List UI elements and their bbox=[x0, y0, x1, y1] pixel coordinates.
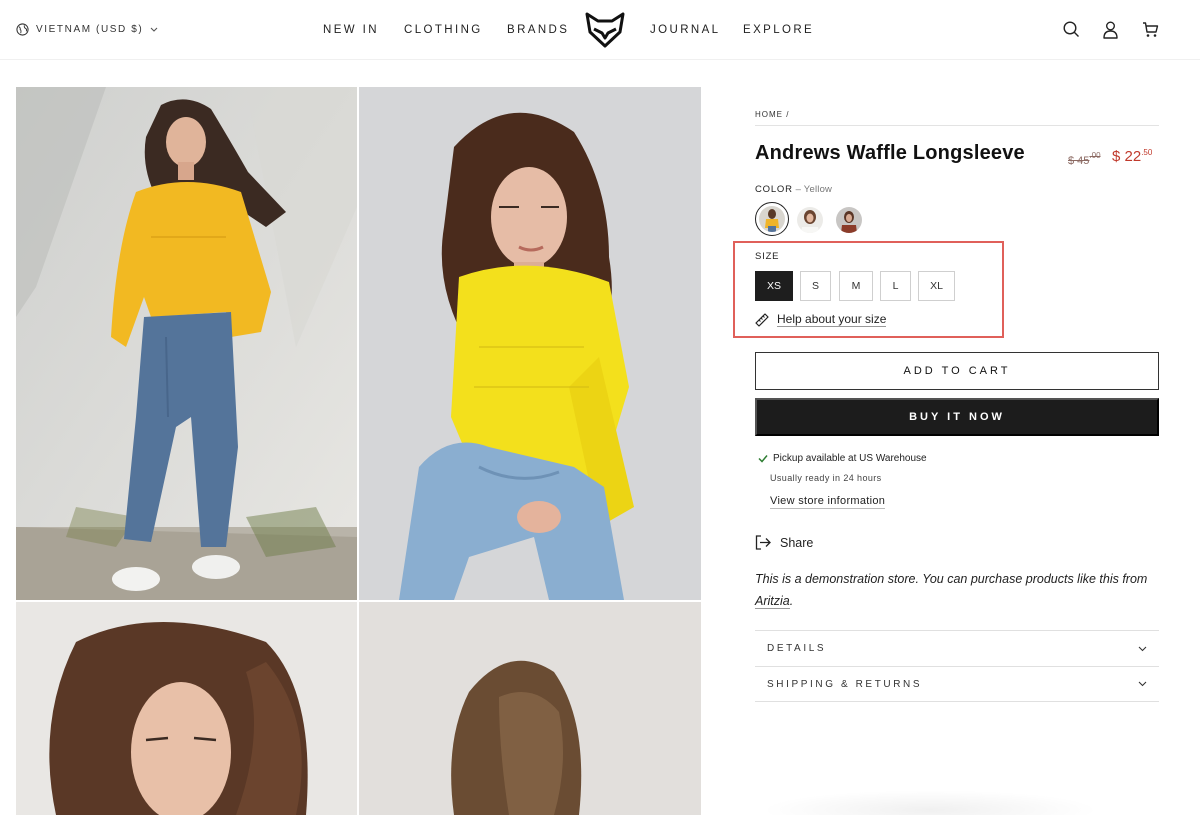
fox-logo-icon bbox=[585, 12, 625, 48]
checkmark-icon bbox=[758, 455, 768, 463]
size-option-s[interactable]: S bbox=[800, 271, 831, 301]
size-option-xl[interactable]: XL bbox=[918, 271, 955, 301]
ruler-icon bbox=[755, 312, 769, 327]
sale-price-cents: .50 bbox=[1141, 148, 1153, 157]
demo-notice-end: . bbox=[789, 594, 794, 608]
locale-selector[interactable]: VIETNAM (USD $) bbox=[16, 23, 158, 36]
account-button[interactable] bbox=[1103, 21, 1118, 44]
product-photo-4[interactable] bbox=[359, 602, 701, 815]
product-photo-1[interactable] bbox=[16, 87, 357, 600]
cart-icon bbox=[1143, 22, 1159, 37]
nav-explore[interactable]: EXPLORE bbox=[743, 24, 814, 36]
brand-logo[interactable] bbox=[585, 12, 625, 53]
globe-icon bbox=[16, 23, 29, 36]
size-option-l[interactable]: L bbox=[880, 271, 911, 301]
view-store-information-link[interactable]: View store information bbox=[770, 495, 886, 509]
nav-journal[interactable]: JOURNAL bbox=[650, 24, 720, 36]
user-icon bbox=[1103, 21, 1118, 39]
nav-clothing[interactable]: CLOTHING bbox=[404, 24, 483, 36]
share-button[interactable]: Share bbox=[755, 535, 813, 550]
aritzia-link[interactable]: Aritzia bbox=[755, 594, 790, 609]
accordion-shipping-label: SHIPPING & RETURNS bbox=[767, 678, 923, 690]
size-guide-link[interactable]: Help about your size bbox=[755, 312, 887, 327]
color-separator: – bbox=[792, 184, 804, 195]
nav-new-in[interactable]: NEW IN bbox=[323, 24, 379, 36]
color-value: Yellow bbox=[803, 184, 833, 195]
breadcrumb-divider bbox=[755, 125, 1159, 126]
search-button[interactable] bbox=[1063, 21, 1080, 43]
product-photo-2[interactable] bbox=[359, 87, 701, 600]
sale-price: $ 22.50 bbox=[1112, 148, 1152, 165]
demo-store-notice: This is a demonstration store. You can p… bbox=[755, 568, 1161, 612]
original-price-main: $ 45 bbox=[1068, 155, 1090, 167]
share-label: Share bbox=[780, 535, 814, 550]
pickup-availability: Pickup available at US Warehouse bbox=[758, 453, 927, 464]
color-swatch-yellow[interactable] bbox=[755, 202, 789, 236]
accordion-shipping-returns[interactable]: SHIPPING & RETURNS bbox=[755, 666, 1159, 702]
product-photo-3[interactable] bbox=[16, 602, 357, 815]
bottom-shadow bbox=[760, 790, 1100, 815]
sale-price-main: $ 22 bbox=[1112, 148, 1142, 165]
original-price: $ 45.00 bbox=[1068, 151, 1101, 167]
site-header: VIETNAM (USD $) NEW IN CLOTHING BRANDS J… bbox=[0, 0, 1200, 60]
accordion-details[interactable]: DETAILS bbox=[755, 630, 1159, 666]
original-price-cents: .00 bbox=[1089, 151, 1101, 160]
cart-button[interactable] bbox=[1142, 21, 1159, 43]
demo-notice-text: This is a demonstration store. You can p… bbox=[755, 572, 1148, 586]
pickup-status: Pickup available at US Warehouse bbox=[773, 453, 927, 464]
accordion-details-label: DETAILS bbox=[767, 643, 827, 654]
size-option-m[interactable]: M bbox=[839, 271, 873, 301]
color-swatch-white[interactable] bbox=[797, 207, 823, 233]
color-label: COLOR – Yellow bbox=[755, 184, 832, 195]
share-icon bbox=[755, 535, 771, 550]
nav-brands[interactable]: BRANDS bbox=[507, 24, 569, 36]
chevron-down-icon bbox=[150, 27, 158, 32]
locale-label: VIETNAM (USD $) bbox=[36, 24, 144, 35]
add-to-cart-button[interactable]: ADD TO CART bbox=[755, 352, 1159, 390]
color-label-text: COLOR bbox=[755, 184, 793, 195]
chevron-down-icon bbox=[1138, 646, 1147, 651]
product-title: Andrews Waffle Longsleeve bbox=[755, 142, 1025, 164]
breadcrumb[interactable]: HOME / bbox=[755, 110, 789, 119]
buy-it-now-button[interactable]: BUY IT NOW bbox=[755, 398, 1159, 436]
search-icon bbox=[1063, 21, 1079, 37]
size-label: SIZE bbox=[755, 251, 780, 262]
chevron-down-icon bbox=[1138, 681, 1147, 687]
size-guide-label: Help about your size bbox=[777, 312, 887, 327]
pickup-ready-time: Usually ready in 24 hours bbox=[770, 473, 882, 483]
color-swatch-brown[interactable] bbox=[836, 207, 862, 233]
size-option-xs[interactable]: XS bbox=[755, 271, 793, 301]
